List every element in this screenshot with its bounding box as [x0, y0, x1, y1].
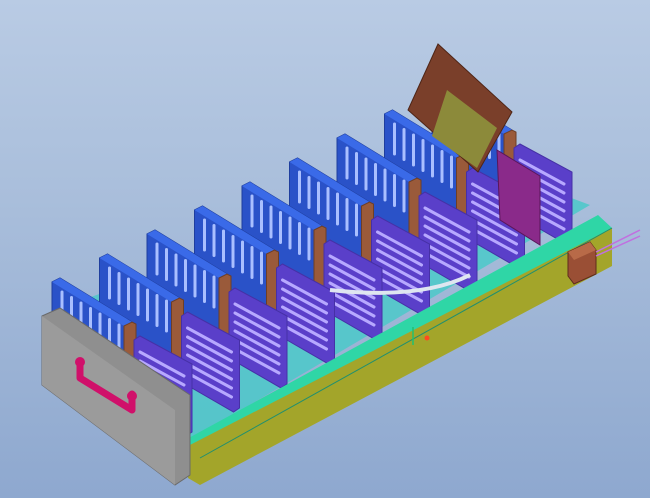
chassis-model	[41, 43, 641, 486]
handle-mount	[127, 391, 137, 401]
rail-marker-dot	[424, 335, 430, 341]
handle-mount	[75, 357, 85, 367]
cad-viewport[interactable]	[0, 0, 650, 498]
